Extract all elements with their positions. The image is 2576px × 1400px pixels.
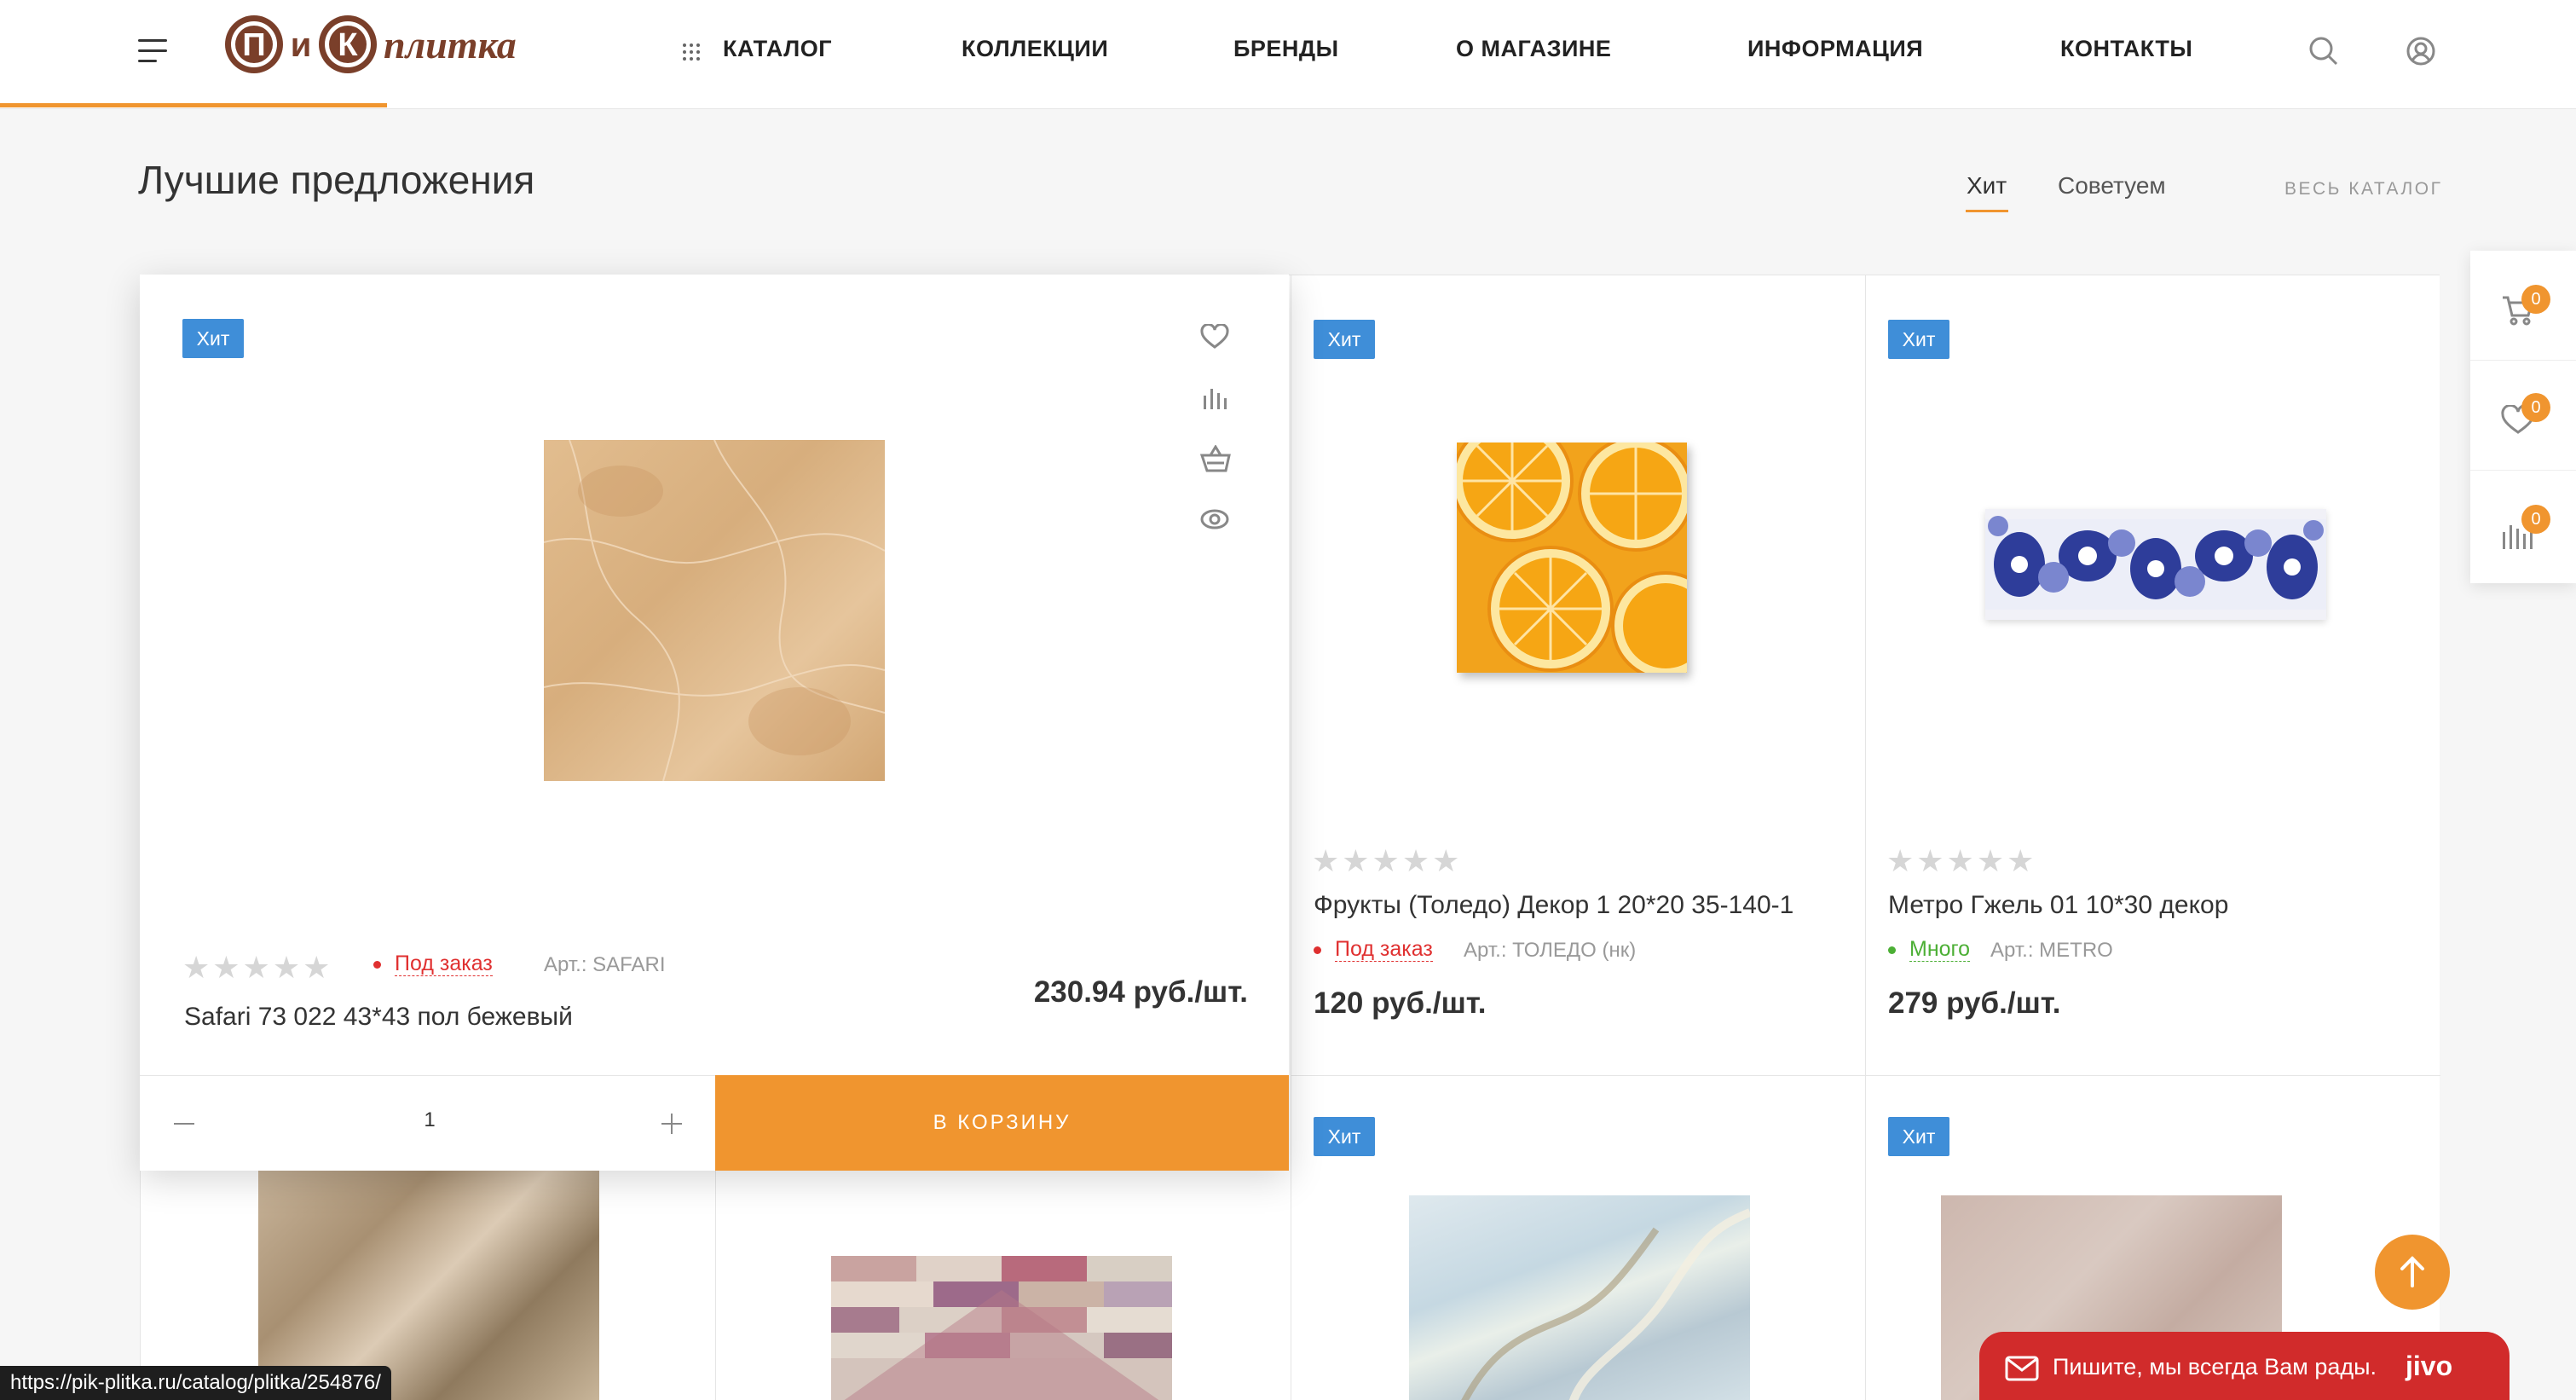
page-title: Лучшие предложения xyxy=(138,158,535,202)
product-price: 230.94 руб./шт. xyxy=(1033,975,1248,1009)
mail-icon xyxy=(2005,1356,2039,1386)
menu-icon[interactable] xyxy=(138,39,167,63)
favorites-count-badge: 0 xyxy=(2521,393,2550,422)
product-name[interactable]: Метро Гжель 01 10*30 декор xyxy=(1888,891,2228,920)
side-favorites[interactable]: 0 xyxy=(2470,361,2576,471)
tab-active-underline xyxy=(1966,210,2008,212)
product-article: Арт.: SAFARI xyxy=(544,953,666,976)
availability-status: Под заказ xyxy=(1314,937,1433,962)
rating-stars: ★★★★★ xyxy=(1886,843,2037,878)
minus-icon[interactable] xyxy=(174,1123,194,1125)
logo[interactable]: П и К плитка xyxy=(222,12,554,77)
product-price: 120 руб./шт. xyxy=(1314,986,1487,1020)
svg-text:П: П xyxy=(242,27,265,63)
nav-information[interactable]: ИНФОРМАЦИЯ xyxy=(1747,36,1923,62)
svg-text:плитка: плитка xyxy=(384,23,517,67)
search-icon[interactable] xyxy=(2308,36,2339,71)
all-catalog-link[interactable]: ВЕСЬ КАТАЛОГ xyxy=(2284,179,2442,200)
nav-collections[interactable]: КОЛЛЕКЦИИ xyxy=(962,36,1108,62)
add-to-cart-button[interactable]: В КОРЗИНУ xyxy=(715,1075,1289,1171)
quantity-input[interactable]: 1 xyxy=(396,1108,464,1132)
plus-icon[interactable] xyxy=(661,1114,682,1134)
rating-stars: ★★★★★ xyxy=(182,950,333,985)
rating-stars: ★★★★★ xyxy=(1312,843,1463,878)
svg-text:К: К xyxy=(338,27,358,63)
hit-badge: Хит xyxy=(182,319,244,358)
side-compare[interactable]: 0 xyxy=(2470,471,2576,581)
availability-status: Под заказ xyxy=(373,952,493,976)
product-card[interactable]: Хит ★★★★★ Метро Гжель 01 10*30 декор Мно… xyxy=(1866,275,2440,1075)
header-accent-line xyxy=(0,103,387,107)
tab-recommended[interactable]: Советуем xyxy=(2058,172,2166,200)
product-card[interactable]: Хит xyxy=(1291,1076,1865,1400)
quick-view-eye-icon[interactable] xyxy=(1200,508,1229,535)
product-article: Арт.: METRO xyxy=(1990,939,2113,962)
side-cart[interactable]: 0 xyxy=(2470,251,2576,361)
chat-widget[interactable]: Пишите, мы всегда Вам рады. jivo xyxy=(1979,1332,2510,1400)
product-image[interactable] xyxy=(544,440,885,781)
user-icon[interactable] xyxy=(2406,36,2436,71)
chat-prompt: Пишите, мы всегда Вам рады. xyxy=(2053,1354,2377,1380)
tab-hit[interactable]: Хит xyxy=(1967,172,2007,200)
jivo-logo: jivo xyxy=(2406,1351,2453,1381)
basket-icon[interactable] xyxy=(1199,444,1231,477)
svg-text:и: и xyxy=(291,26,312,64)
product-name[interactable]: Safari 73 022 43*43 пол бежевый xyxy=(184,1003,573,1032)
product-image[interactable] xyxy=(831,1256,1172,1400)
arrow-up-icon xyxy=(2400,1256,2424,1287)
grid-dots-icon xyxy=(682,43,701,61)
compare-icon[interactable] xyxy=(1204,385,1227,414)
product-image[interactable] xyxy=(1985,509,2326,620)
product-article: Арт.: ТОЛЕДО (нк) xyxy=(1464,939,1637,962)
product-image[interactable] xyxy=(1457,443,1687,673)
nav-about[interactable]: О МАГАЗИНЕ xyxy=(1456,36,1611,62)
product-image[interactable] xyxy=(1409,1195,1750,1400)
hit-badge: Хит xyxy=(1888,320,1949,359)
availability-status: Много xyxy=(1888,937,1971,962)
browser-status-url: https://pik-plitka.ru/catalog/plitka/254… xyxy=(0,1366,391,1400)
floating-side-panel: 0 0 0 xyxy=(2470,251,2576,583)
product-card[interactable] xyxy=(716,1171,1290,1400)
product-card[interactable]: Хит ★★★★★ Фрукты (Толедо) Декор 1 20*20 … xyxy=(1291,275,1865,1075)
heart-icon[interactable] xyxy=(1200,322,1229,354)
nav-brands[interactable]: БРЕНДЫ xyxy=(1233,36,1339,62)
nav-catalog[interactable]: КАТАЛОГ xyxy=(723,36,832,62)
site-header: П и К плитка КАТАЛОГ КОЛЛЕКЦИИ БРЕНДЫ О … xyxy=(0,0,2576,109)
compare-count-badge: 0 xyxy=(2521,505,2550,534)
quantity-stepper: 1 xyxy=(140,1075,715,1171)
hit-badge: Хит xyxy=(1888,1117,1949,1156)
nav-contacts[interactable]: КОНТАКТЫ xyxy=(2060,36,2192,62)
scroll-to-top-button[interactable] xyxy=(2375,1235,2450,1310)
cart-count-badge: 0 xyxy=(2521,285,2550,314)
product-card-hovered[interactable]: Хит ★★★★★ Под заказ Арт.: SAFARI Safari … xyxy=(140,275,1289,1171)
hit-badge: Хит xyxy=(1314,320,1375,359)
product-name[interactable]: Фрукты (Толедо) Декор 1 20*20 35-140-1 xyxy=(1314,891,1793,920)
hit-badge: Хит xyxy=(1314,1117,1375,1156)
product-price: 279 руб./шт. xyxy=(1888,986,2061,1020)
